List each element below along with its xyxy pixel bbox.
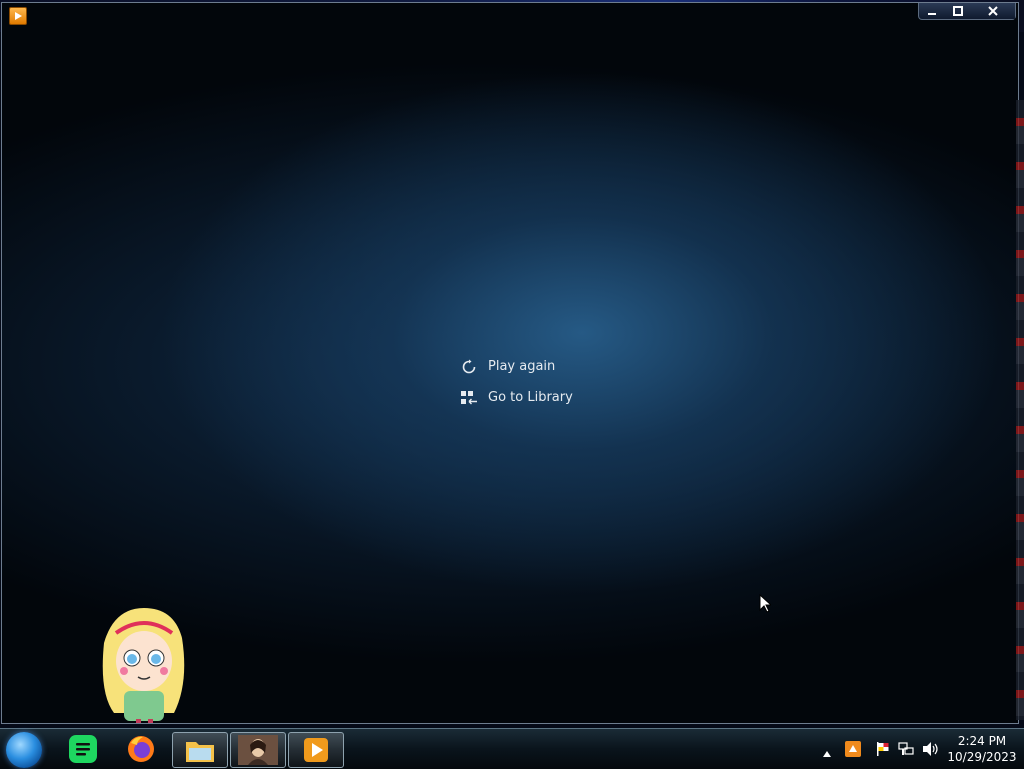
clock-time: 2:24 PM [957,734,1007,748]
replay-icon [460,358,478,376]
firefox-icon [128,736,154,762]
mouse-cursor-icon [759,593,773,618]
taskbar-firefox[interactable] [114,732,168,766]
folder-icon [186,742,214,762]
tray-action-center[interactable] [875,741,891,761]
start-button[interactable] [6,732,42,768]
cartoon-character-sticker [94,603,194,723]
close-icon [988,6,998,16]
taskbar-clock[interactable]: 2:24 PM 10/29/2023 [944,733,1020,765]
network-icon [898,742,914,755]
taskbar-spotify[interactable] [56,732,110,766]
show-hidden-icons-button[interactable] [822,743,832,762]
tray-app-orange[interactable] [845,741,861,761]
taskbar: 2:24 PM 10/29/2023 [0,728,1024,769]
tray-app-icon [845,741,861,757]
tray-volume[interactable] [922,741,940,761]
media-player-window: Play again Go to Library [1,2,1019,724]
tray-network[interactable] [898,741,914,761]
minimize-button[interactable] [919,3,945,19]
go-to-library-button[interactable]: Go to Library [460,382,573,413]
go-to-library-label: Go to Library [488,390,573,405]
spotify-icon [69,735,97,763]
taskbar-photo-app[interactable] [230,732,286,768]
desktop-edge-decoration [1016,100,1024,720]
maximize-button[interactable] [945,3,971,19]
maximize-icon [953,6,963,16]
play-again-button[interactable]: Play again [460,351,573,382]
window-controls [918,3,1016,20]
minimize-icon [928,13,936,15]
flag-icon [877,742,889,756]
taskbar-file-explorer[interactable] [172,732,228,768]
portrait-thumbnail-icon [238,735,278,765]
chevron-up-icon [823,751,831,757]
playback-end-menu: Play again Go to Library [460,351,573,413]
clock-date: 10/29/2023 [947,750,1017,764]
play-again-label: Play again [488,359,556,374]
media-player-app-icon [9,7,27,25]
close-button[interactable] [971,3,1015,19]
media-player-icon [304,738,328,762]
window-titlebar[interactable] [2,3,1018,33]
taskbar-media-player[interactable] [288,732,344,768]
library-icon [460,389,478,407]
volume-icon [923,742,938,756]
